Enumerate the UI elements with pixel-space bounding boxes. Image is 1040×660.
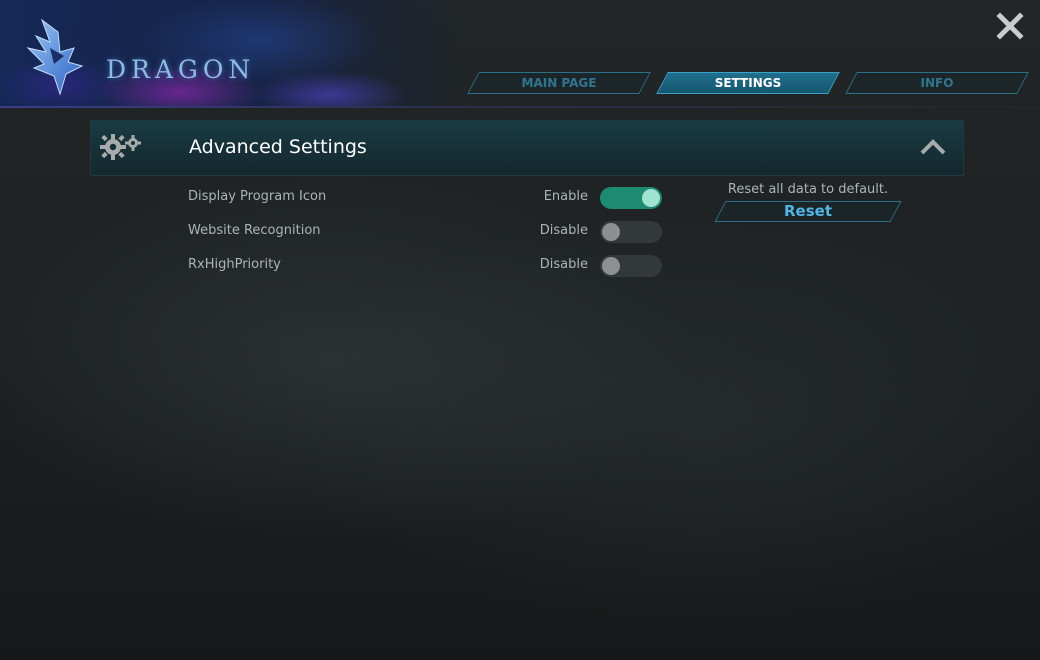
app-header: DRAGON MAIN PAGE SETTINGS INFO <box>0 0 1040 108</box>
setting-row-rx-high-priority: RxHighPriority Disable <box>188 254 663 278</box>
reset-description: Reset all data to default. <box>727 182 889 197</box>
setting-label: RxHighPriority <box>188 257 281 272</box>
rx-high-priority-toggle[interactable] <box>600 255 662 277</box>
advanced-settings-header[interactable]: Advanced Settings <box>90 120 964 176</box>
toggle-knob <box>602 223 620 241</box>
reset-button[interactable]: Reset <box>720 201 896 222</box>
chevron-up-icon[interactable] <box>919 136 947 158</box>
tab-info[interactable]: INFO <box>851 72 1023 94</box>
tab-main-page[interactable]: MAIN PAGE <box>473 72 645 94</box>
header-divider <box>0 106 1040 108</box>
setting-status: Disable <box>539 223 588 238</box>
reset-button-label: Reset <box>784 202 832 220</box>
display-program-icon-toggle[interactable] <box>600 187 662 209</box>
toggle-knob <box>642 189 660 207</box>
tab-label: INFO <box>920 76 954 90</box>
close-icon[interactable] <box>994 10 1026 42</box>
tab-settings[interactable]: SETTINGS <box>662 72 834 94</box>
setting-row-website-recognition: Website Recognition Disable <box>188 220 663 244</box>
toggle-knob <box>602 257 620 275</box>
setting-label: Display Program Icon <box>188 189 327 204</box>
tab-label: MAIN PAGE <box>521 76 597 90</box>
section-title: Advanced Settings <box>189 136 367 158</box>
setting-status: Enable <box>543 189 588 204</box>
setting-status: Disable <box>539 257 588 272</box>
dragon-logo-icon <box>26 18 84 96</box>
website-recognition-toggle[interactable] <box>600 221 662 243</box>
setting-label: Website Recognition <box>188 223 321 238</box>
tab-label: SETTINGS <box>714 76 782 90</box>
gears-icon <box>100 134 141 160</box>
app-logo-text: DRAGON <box>106 55 256 84</box>
setting-row-display-program-icon: Display Program Icon Enable <box>188 186 663 210</box>
